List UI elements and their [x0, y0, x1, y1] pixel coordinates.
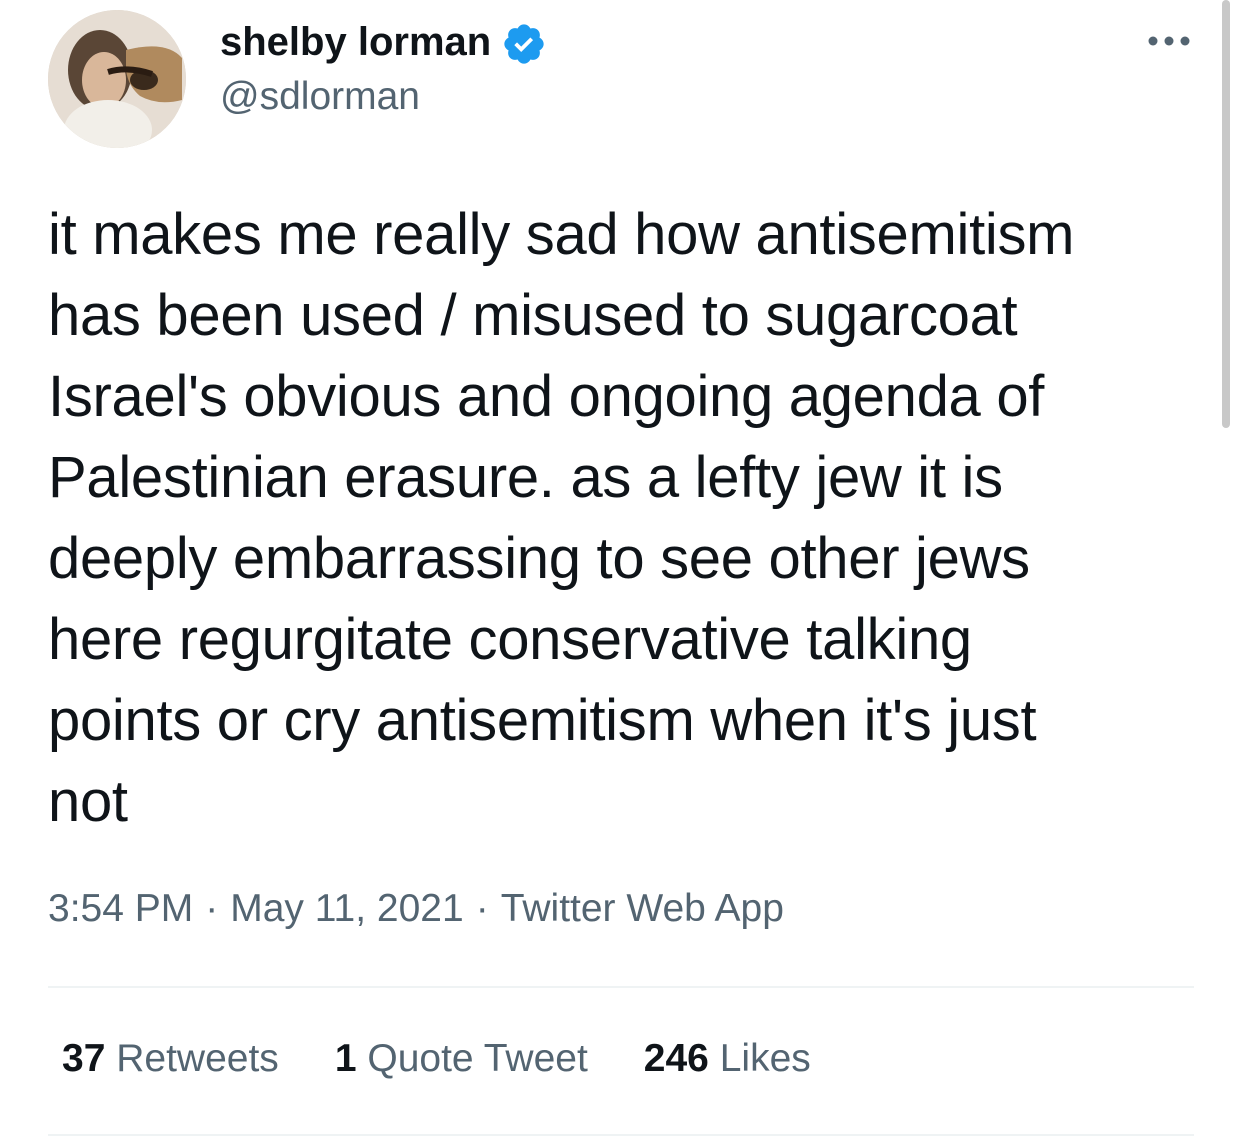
meta-separator: ·	[475, 887, 489, 930]
scrollbar[interactable]	[1222, 0, 1230, 428]
verified-badge-icon	[501, 21, 547, 67]
likes-label: Likes	[719, 1037, 811, 1080]
likes-stat[interactable]: 246 Likes	[644, 1036, 811, 1083]
divider	[48, 1134, 1194, 1136]
avatar[interactable]	[48, 10, 186, 148]
tweet-time[interactable]: 3:54 PM	[48, 887, 193, 930]
meta-separator: ·	[205, 887, 219, 930]
tweet-text: it makes me really sad how antisemitism …	[48, 202, 1075, 834]
avatar-photo	[48, 10, 186, 148]
more-options-icon[interactable]	[1146, 30, 1192, 52]
quote-tweets-stat[interactable]: 1 Quote Tweet	[335, 1036, 588, 1083]
likes-count: 246	[643, 1037, 709, 1080]
retweets-label: Retweets	[116, 1037, 279, 1080]
tweet-date[interactable]: May 11, 2021	[230, 887, 463, 930]
quote-tweets-count: 1	[334, 1037, 357, 1080]
retweets-stat[interactable]: 37 Retweets	[62, 1036, 279, 1083]
tweet-metadata: 3:54 PM · May 11, 2021 · Twitter Web App	[48, 886, 784, 933]
display-name[interactable]: shelby lorman	[220, 22, 491, 62]
author-name-row[interactable]: shelby lorman	[220, 14, 547, 70]
tweet-source[interactable]: Twitter Web App	[501, 887, 784, 930]
author-handle[interactable]: @sdlorman	[220, 75, 420, 119]
tweet-stats: 37 Retweets 1 Quote Tweet 246 Likes	[62, 1036, 811, 1083]
retweets-count: 37	[62, 1037, 106, 1080]
quote-tweets-label: Quote Tweet	[367, 1037, 588, 1080]
divider	[48, 986, 1194, 988]
